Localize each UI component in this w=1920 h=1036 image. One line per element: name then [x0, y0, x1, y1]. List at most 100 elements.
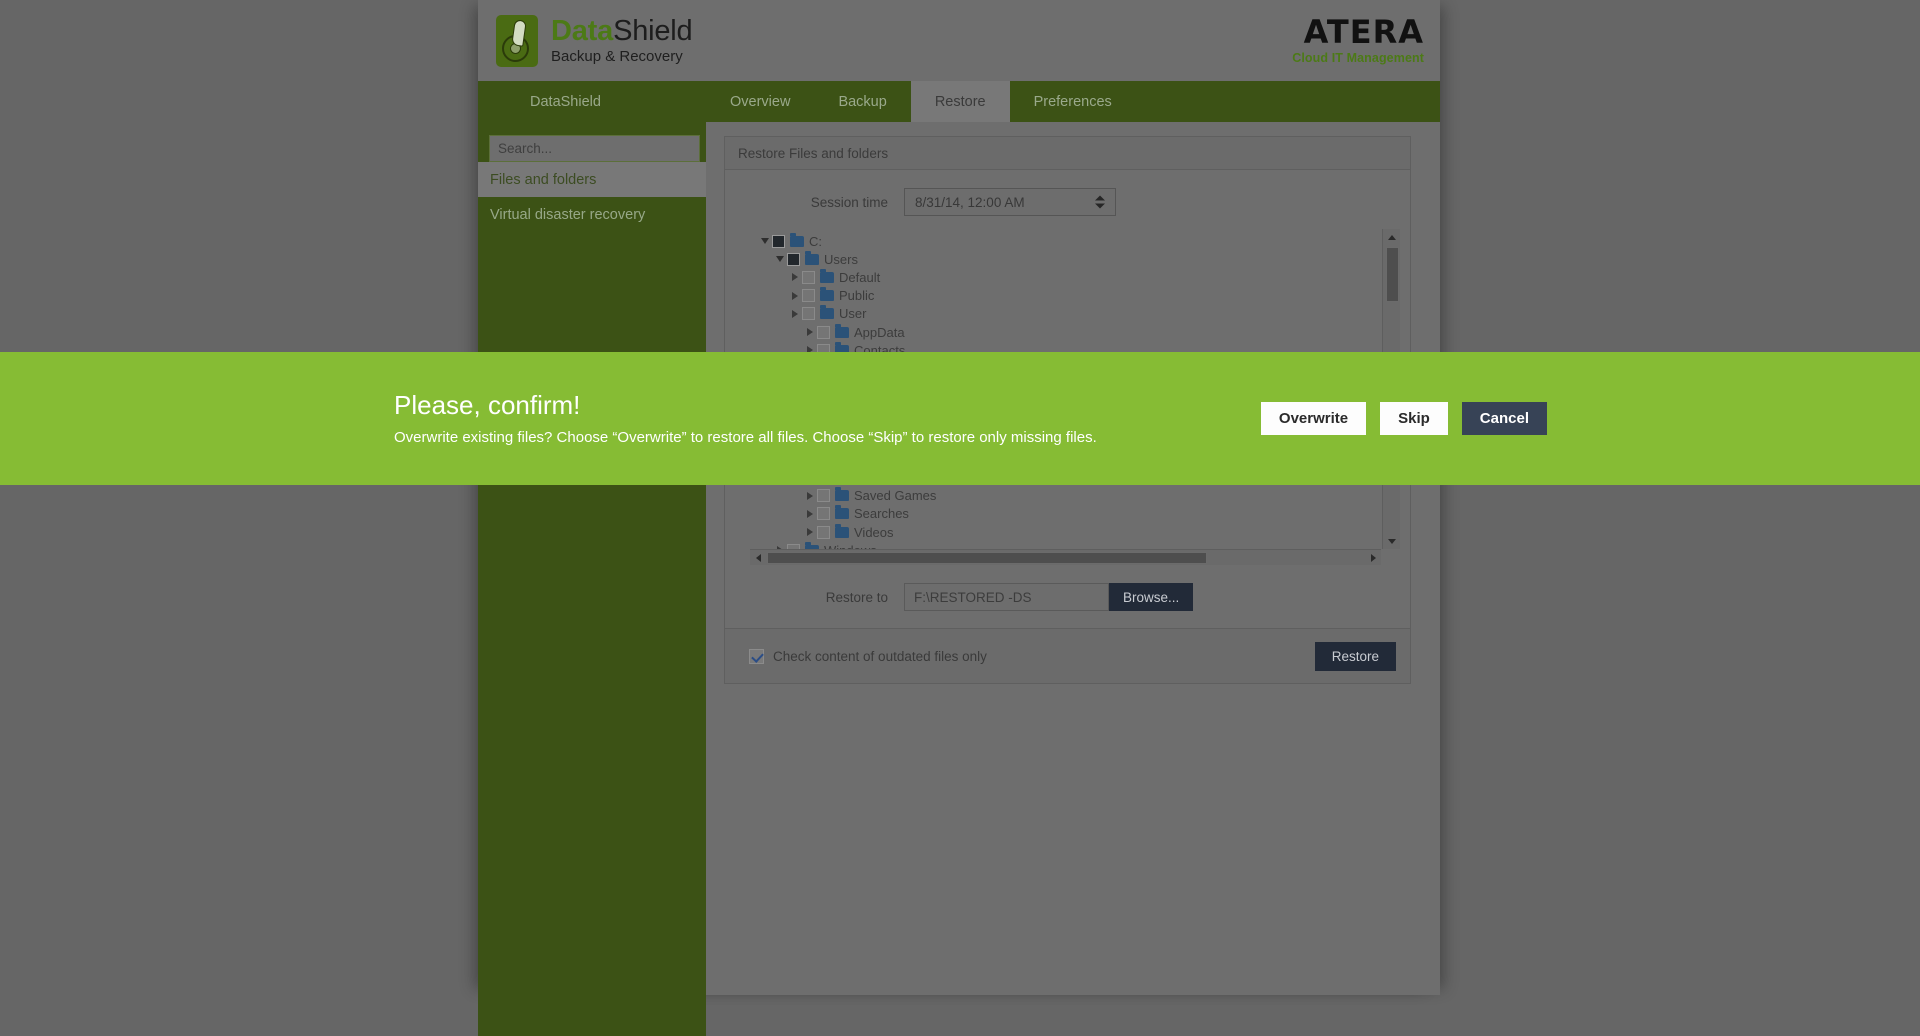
- sidebar-item-files-and-folders[interactable]: Files and folders: [478, 162, 706, 197]
- tree-node-checkbox[interactable]: [802, 289, 815, 302]
- tree-node-label: C:: [809, 234, 822, 249]
- brand-name-part1: Data: [551, 15, 613, 47]
- sidebar: Files and folders Virtual disaster recov…: [478, 122, 706, 1036]
- chevron-right-icon[interactable]: [803, 510, 817, 518]
- main-nav: DataShield Overview Backup Restore Prefe…: [478, 81, 1440, 122]
- search-input[interactable]: [489, 135, 700, 162]
- scroll-up-icon[interactable]: [1383, 229, 1400, 245]
- folder-icon: [835, 508, 849, 519]
- datashield-app-window: DataShield Backup & Recovery ATERA Cloud…: [478, 0, 1440, 995]
- brand-name-part2: Shield: [613, 15, 692, 47]
- session-time-label: Session time: [737, 195, 904, 210]
- browse-button[interactable]: Browse...: [1109, 583, 1193, 611]
- tree-node-checkbox[interactable]: [817, 489, 830, 502]
- tree-node-checkbox[interactable]: [802, 307, 815, 320]
- tree-node-checkbox[interactable]: [787, 253, 800, 266]
- tree-node-checkbox[interactable]: [817, 326, 830, 339]
- confirm-message: Overwrite existing files? Choose “Overwr…: [394, 429, 1097, 446]
- atera-logo: ATERA: [1292, 16, 1424, 48]
- tree-node[interactable]: C:: [750, 232, 1381, 250]
- brand-text-group: DataShield Backup & Recovery: [551, 16, 692, 64]
- check-outdated-checkbox[interactable]: [749, 649, 764, 664]
- tree-node[interactable]: Searches: [750, 505, 1381, 523]
- brand-tagline: Backup & Recovery: [551, 48, 692, 65]
- panel-footer: Check content of outdated files only Res…: [725, 628, 1410, 683]
- tree-node[interactable]: Windows: [750, 541, 1381, 549]
- tree-node[interactable]: Default: [750, 268, 1381, 286]
- tree-node-checkbox[interactable]: [802, 271, 815, 284]
- page-title: DataShield: [551, 16, 692, 46]
- folder-icon: [820, 308, 834, 319]
- tree-node-label: Searches: [854, 506, 909, 521]
- tree-node[interactable]: Users: [750, 250, 1381, 268]
- body-columns: Files and folders Virtual disaster recov…: [478, 122, 1440, 1036]
- sidebar-search-wrap: [478, 135, 706, 162]
- chevron-right-icon[interactable]: [803, 492, 817, 500]
- overwrite-button[interactable]: Overwrite: [1261, 402, 1366, 435]
- tree-node[interactable]: User: [750, 305, 1381, 323]
- vertical-scroll-thumb[interactable]: [1386, 247, 1399, 302]
- panel-title: Restore Files and folders: [725, 137, 1410, 170]
- restore-button[interactable]: Restore: [1315, 642, 1396, 671]
- scroll-right-icon[interactable]: [1365, 550, 1381, 566]
- tree-node-label: Users: [824, 252, 858, 267]
- confirm-title: Please, confirm!: [394, 391, 1097, 420]
- confirm-text-group: Please, confirm! Overwrite existing file…: [0, 391, 1097, 446]
- restore-to-label: Restore to: [737, 590, 904, 605]
- nav-tab-overview[interactable]: Overview: [706, 81, 814, 122]
- nav-filler: [1136, 81, 1440, 122]
- folder-icon: [805, 254, 819, 265]
- atera-tagline: Cloud IT Management: [1292, 51, 1424, 65]
- tree-node-label: Saved Games: [854, 488, 936, 503]
- tree-node-checkbox[interactable]: [817, 507, 830, 520]
- session-time-select[interactable]: 8/31/14, 12:00 AM: [904, 188, 1116, 216]
- chevron-down-icon[interactable]: [773, 256, 787, 262]
- nav-tab-preferences[interactable]: Preferences: [1010, 81, 1136, 122]
- horizontal-scroll-thumb[interactable]: [767, 552, 1207, 564]
- session-time-value: 8/31/14, 12:00 AM: [915, 195, 1025, 210]
- skip-button[interactable]: Skip: [1380, 402, 1448, 435]
- chevron-right-icon[interactable]: [788, 310, 802, 318]
- tree-node-checkbox[interactable]: [817, 526, 830, 539]
- session-time-row: Session time 8/31/14, 12:00 AM: [737, 188, 1398, 216]
- tree-node-label: Default: [839, 270, 880, 285]
- tree-node[interactable]: Public: [750, 287, 1381, 305]
- nav-tab-backup[interactable]: Backup: [814, 81, 910, 122]
- tree-node-checkbox[interactable]: [772, 235, 785, 248]
- nav-tab-restore[interactable]: Restore: [911, 81, 1010, 122]
- chevron-right-icon[interactable]: [803, 528, 817, 536]
- folder-icon: [835, 490, 849, 501]
- folder-icon: [820, 290, 834, 301]
- chevron-right-icon[interactable]: [788, 273, 802, 281]
- chevron-right-icon[interactable]: [803, 328, 817, 336]
- partner-logo-group: ATERA Cloud IT Management: [1292, 16, 1426, 65]
- chevron-right-icon[interactable]: [788, 292, 802, 300]
- tree-node-label: AppData: [854, 325, 905, 340]
- chevron-down-icon[interactable]: [758, 238, 772, 244]
- check-outdated-label: Check content of outdated files only: [773, 649, 987, 664]
- folder-icon: [790, 236, 804, 247]
- cancel-button[interactable]: Cancel: [1462, 402, 1547, 435]
- tree-node[interactable]: Saved Games: [750, 487, 1381, 505]
- tree-node-label: Videos: [854, 525, 894, 540]
- horizontal-scroll-track[interactable]: [766, 552, 1365, 564]
- folder-icon: [835, 527, 849, 538]
- confirm-dialog: Please, confirm! Overwrite existing file…: [0, 352, 1920, 485]
- folder-icon: [820, 272, 834, 283]
- file-tree-horizontal-scrollbar[interactable]: [750, 549, 1381, 565]
- brand-header: DataShield Backup & Recovery ATERA Cloud…: [478, 0, 1440, 81]
- restore-to-input[interactable]: [904, 583, 1109, 611]
- hard-drive-icon: [496, 15, 538, 67]
- updown-spinner-icon[interactable]: [1095, 196, 1105, 209]
- tree-node-label: User: [839, 306, 866, 321]
- brand-logo-group: DataShield Backup & Recovery: [496, 15, 692, 67]
- tree-node[interactable]: AppData: [750, 323, 1381, 341]
- tree-node[interactable]: Videos: [750, 523, 1381, 541]
- scroll-left-icon[interactable]: [750, 550, 766, 566]
- restore-to-row: Restore to Browse...: [737, 583, 1398, 611]
- scroll-down-icon[interactable]: [1383, 533, 1400, 549]
- sidebar-item-virtual-disaster-recovery[interactable]: Virtual disaster recovery: [478, 197, 706, 232]
- main-content: Restore Files and folders Session time 8…: [706, 122, 1440, 1036]
- folder-icon: [835, 327, 849, 338]
- nav-tab-datashield[interactable]: DataShield: [478, 81, 706, 122]
